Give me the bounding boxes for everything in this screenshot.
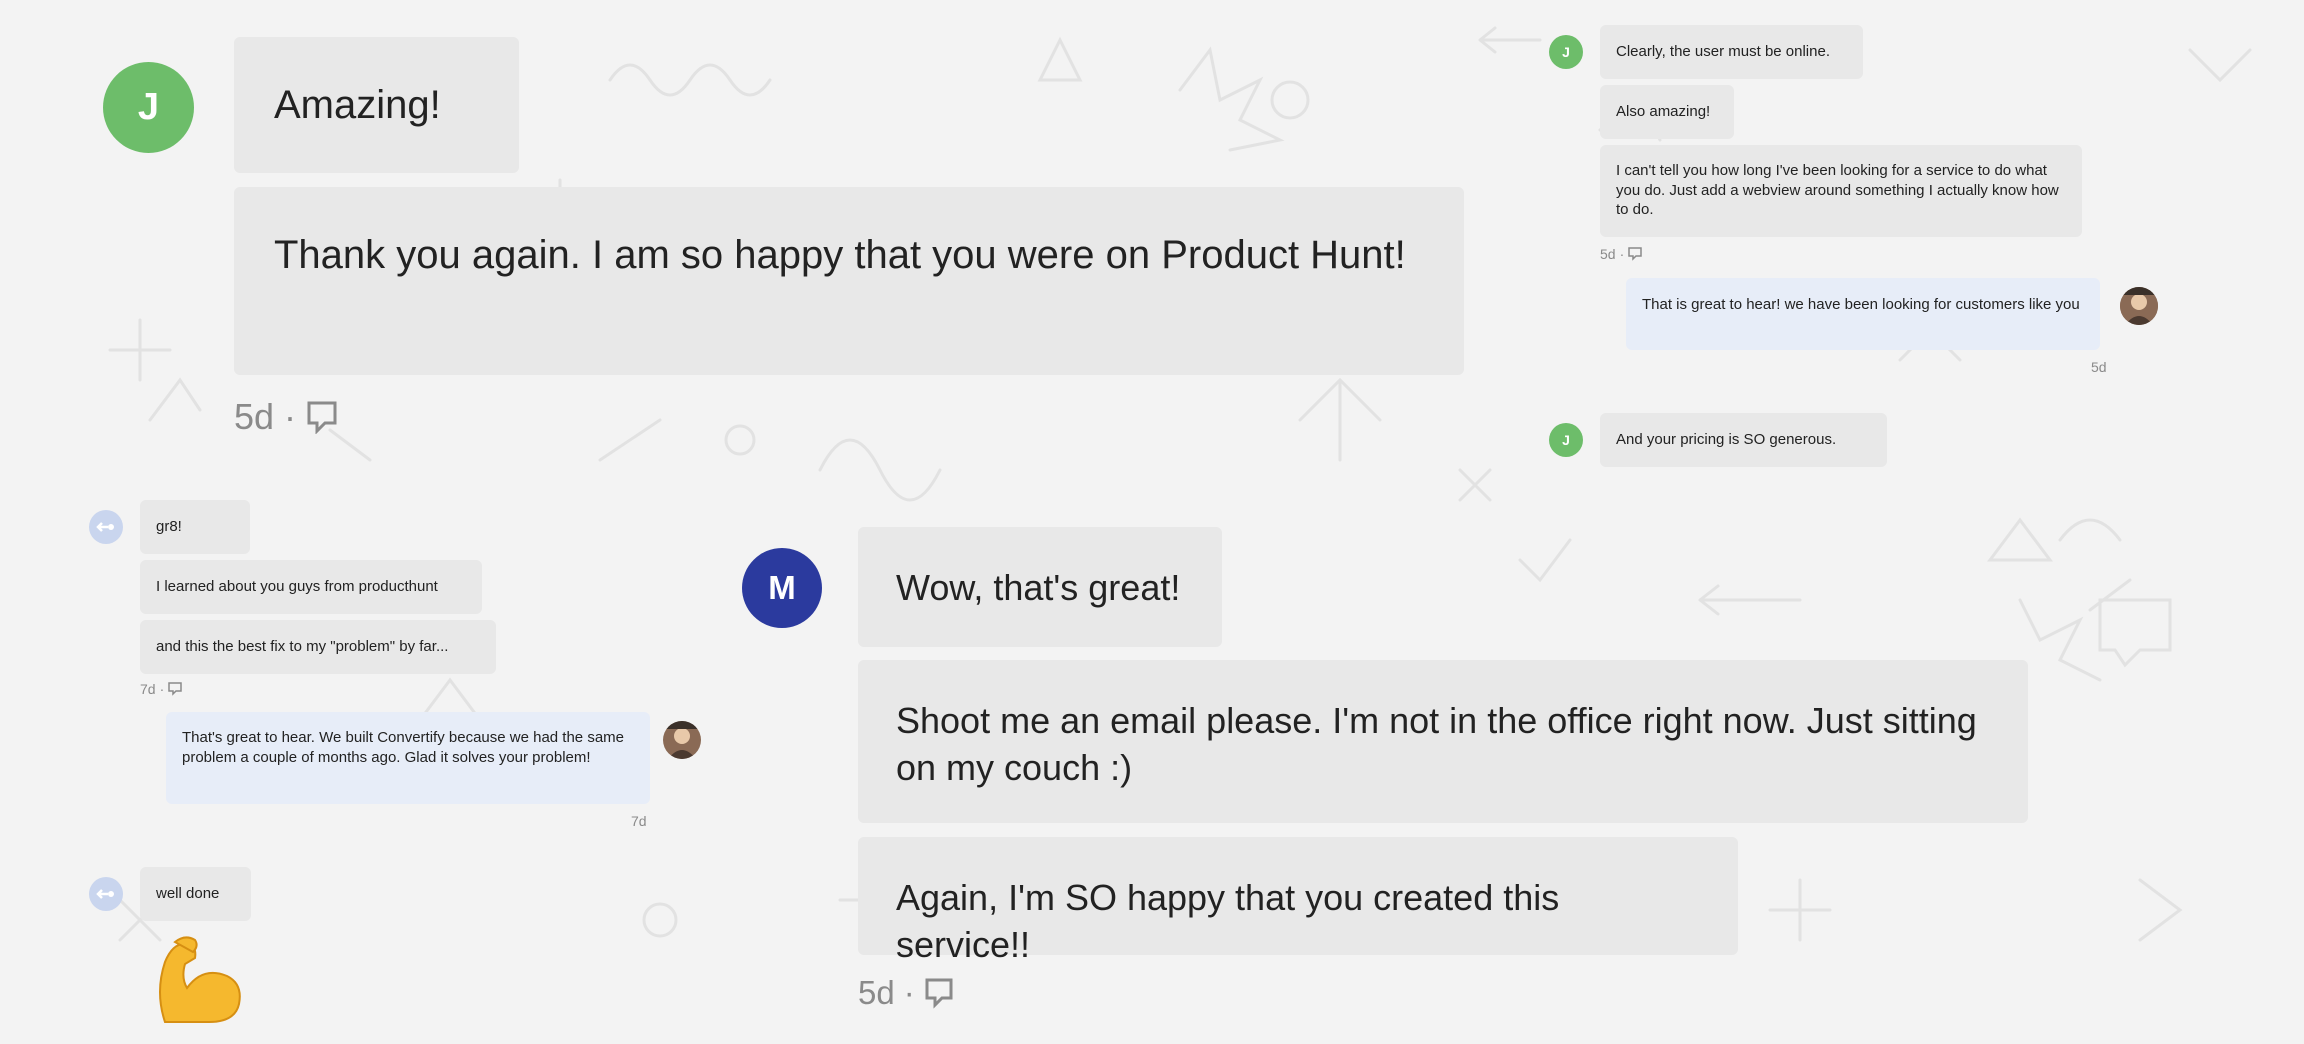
timestamp: 5d [234,396,275,437]
message-bubble[interactable]: Also amazing! [1600,85,1734,139]
avatar-j[interactable]: J [103,62,194,153]
message-bubble[interactable]: I learned about you guys from producthun… [140,560,482,614]
avatar-m[interactable]: M [742,548,822,628]
message-bubble[interactable]: Wow, that's great! [858,527,1222,647]
message-bubble[interactable]: Clearly, the user must be online. [1600,25,1863,79]
message-meta: 7d · [140,681,182,697]
timestamp: 7d [140,681,156,697]
conversation-panel-4: M Wow, that's great! Shoot me an email p… [720,500,2070,1044]
message-bubble[interactable]: and this the best fix to my "problem" by… [140,620,496,674]
conversation-panel-1: J Amazing! Thank you again. I am so happ… [0,0,1480,470]
flexed-biceps-emoji[interactable] [145,932,245,1032]
message-bubble[interactable]: well done [140,867,251,921]
anonymous-user-icon [96,889,114,899]
message-meta: 5d · [858,974,954,1012]
message-bubble[interactable]: Shoot me an email please. I'm not in the… [858,660,2028,823]
message-bubble[interactable]: Thank you again. I am so happy that you … [234,187,1464,375]
message-bubble[interactable]: Again, I'm SO happy that you created thi… [858,837,1738,965]
agent-avatar[interactable] [663,721,701,759]
message-meta: 5d · [1600,246,1642,262]
timestamp: 7d [631,813,647,829]
profile-photo-icon [2120,287,2158,325]
anonymous-user-icon [96,522,114,532]
message-bubble[interactable]: And your pricing is SO generous. [1600,413,1887,467]
profile-photo-icon [663,721,701,759]
seen-icon [925,978,953,1009]
avatar-j[interactable]: J [1549,423,1583,457]
anonymous-avatar[interactable] [89,510,123,544]
seen-icon [1628,247,1642,261]
message-meta: 5d · [234,396,338,438]
avatar-j[interactable]: J [1549,35,1583,69]
reply-bubble[interactable]: That's great to hear. We built Convertif… [166,712,650,804]
conversation-panel-2: J Clearly, the user must be online. Also… [1540,0,2180,480]
conversation-panel-3: gr8! I learned about you guys from produ… [0,490,720,1044]
message-bubble[interactable]: Amazing! [234,37,519,173]
reply-meta: 7d [631,813,647,829]
timestamp: 5d [1600,246,1616,262]
seen-icon [168,682,182,696]
anonymous-avatar[interactable] [89,877,123,911]
seen-icon [307,401,337,434]
reply-bubble[interactable]: That is great to hear! we have been look… [1626,278,2100,350]
message-bubble[interactable]: I can't tell you how long I've been look… [1600,145,2082,237]
timestamp: 5d [858,974,895,1011]
agent-avatar[interactable] [2120,287,2158,325]
timestamp: 5d [2091,359,2107,375]
reply-meta: 5d [2091,359,2107,375]
message-bubble[interactable]: gr8! [140,500,250,554]
